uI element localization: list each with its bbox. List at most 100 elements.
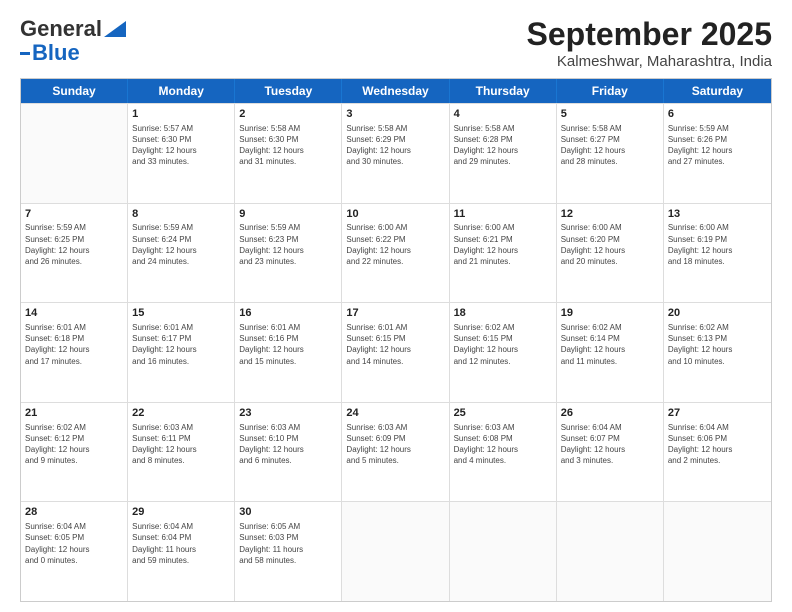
calendar-week-4: 21Sunrise: 6:02 AM Sunset: 6:12 PM Dayli…: [21, 402, 771, 502]
day-number: 15: [132, 306, 230, 321]
calendar: SundayMondayTuesdayWednesdayThursdayFrid…: [20, 78, 772, 602]
page-subtitle: Kalmeshwar, Maharashtra, India: [527, 53, 772, 70]
day-number: 1: [132, 107, 230, 122]
day-info: Sunrise: 6:00 AM Sunset: 6:21 PM Dayligh…: [454, 222, 552, 267]
day-info: Sunrise: 6:02 AM Sunset: 6:12 PM Dayligh…: [25, 422, 123, 467]
calendar-cell: 6Sunrise: 5:59 AM Sunset: 6:26 PM Daylig…: [664, 104, 771, 203]
calendar-cell: 30Sunrise: 6:05 AM Sunset: 6:03 PM Dayli…: [235, 502, 342, 601]
day-number: 27: [668, 406, 767, 421]
day-number: 30: [239, 505, 337, 520]
day-number: 9: [239, 207, 337, 222]
day-number: 26: [561, 406, 659, 421]
day-number: 19: [561, 306, 659, 321]
logo-blue-text: Blue: [32, 40, 80, 66]
calendar-cell: 27Sunrise: 6:04 AM Sunset: 6:06 PM Dayli…: [664, 403, 771, 502]
calendar-header-saturday: Saturday: [664, 79, 771, 103]
day-info: Sunrise: 5:59 AM Sunset: 6:26 PM Dayligh…: [668, 123, 767, 168]
day-info: Sunrise: 5:58 AM Sunset: 6:28 PM Dayligh…: [454, 123, 552, 168]
logo-general-text: General: [20, 16, 102, 42]
day-number: 22: [132, 406, 230, 421]
calendar-header-friday: Friday: [557, 79, 664, 103]
calendar-cell: 3Sunrise: 5:58 AM Sunset: 6:29 PM Daylig…: [342, 104, 449, 203]
calendar-cell: 21Sunrise: 6:02 AM Sunset: 6:12 PM Dayli…: [21, 403, 128, 502]
day-info: Sunrise: 6:03 AM Sunset: 6:10 PM Dayligh…: [239, 422, 337, 467]
calendar-header-thursday: Thursday: [450, 79, 557, 103]
day-info: Sunrise: 6:00 AM Sunset: 6:19 PM Dayligh…: [668, 222, 767, 267]
calendar-header-wednesday: Wednesday: [342, 79, 449, 103]
calendar-cell: 23Sunrise: 6:03 AM Sunset: 6:10 PM Dayli…: [235, 403, 342, 502]
day-info: Sunrise: 6:02 AM Sunset: 6:14 PM Dayligh…: [561, 322, 659, 367]
calendar-week-2: 7Sunrise: 5:59 AM Sunset: 6:25 PM Daylig…: [21, 203, 771, 303]
day-number: 25: [454, 406, 552, 421]
calendar-cell: 2Sunrise: 5:58 AM Sunset: 6:30 PM Daylig…: [235, 104, 342, 203]
day-number: 20: [668, 306, 767, 321]
page-title: September 2025: [527, 16, 772, 53]
day-info: Sunrise: 5:58 AM Sunset: 6:29 PM Dayligh…: [346, 123, 444, 168]
day-info: Sunrise: 6:01 AM Sunset: 6:17 PM Dayligh…: [132, 322, 230, 367]
day-info: Sunrise: 6:03 AM Sunset: 6:11 PM Dayligh…: [132, 422, 230, 467]
day-number: 28: [25, 505, 123, 520]
day-info: Sunrise: 5:58 AM Sunset: 6:30 PM Dayligh…: [239, 123, 337, 168]
calendar-header-sunday: Sunday: [21, 79, 128, 103]
day-number: 7: [25, 207, 123, 222]
day-info: Sunrise: 6:03 AM Sunset: 6:09 PM Dayligh…: [346, 422, 444, 467]
day-info: Sunrise: 6:00 AM Sunset: 6:20 PM Dayligh…: [561, 222, 659, 267]
calendar-cell: 16Sunrise: 6:01 AM Sunset: 6:16 PM Dayli…: [235, 303, 342, 402]
calendar-cell: 9Sunrise: 5:59 AM Sunset: 6:23 PM Daylig…: [235, 204, 342, 303]
day-info: Sunrise: 5:58 AM Sunset: 6:27 PM Dayligh…: [561, 123, 659, 168]
day-number: 29: [132, 505, 230, 520]
calendar-cell: 25Sunrise: 6:03 AM Sunset: 6:08 PM Dayli…: [450, 403, 557, 502]
calendar-cell: [557, 502, 664, 601]
day-info: Sunrise: 5:57 AM Sunset: 6:30 PM Dayligh…: [132, 123, 230, 168]
day-number: 5: [561, 107, 659, 122]
day-number: 24: [346, 406, 444, 421]
calendar-week-1: 1Sunrise: 5:57 AM Sunset: 6:30 PM Daylig…: [21, 103, 771, 203]
day-number: 8: [132, 207, 230, 222]
calendar-cell: 13Sunrise: 6:00 AM Sunset: 6:19 PM Dayli…: [664, 204, 771, 303]
day-number: 23: [239, 406, 337, 421]
calendar-cell: 17Sunrise: 6:01 AM Sunset: 6:15 PM Dayli…: [342, 303, 449, 402]
calendar-cell: [450, 502, 557, 601]
calendar-cell: 7Sunrise: 5:59 AM Sunset: 6:25 PM Daylig…: [21, 204, 128, 303]
day-number: 13: [668, 207, 767, 222]
calendar-cell: 4Sunrise: 5:58 AM Sunset: 6:28 PM Daylig…: [450, 104, 557, 203]
calendar-cell: 5Sunrise: 5:58 AM Sunset: 6:27 PM Daylig…: [557, 104, 664, 203]
calendar-cell: 10Sunrise: 6:00 AM Sunset: 6:22 PM Dayli…: [342, 204, 449, 303]
day-number: 2: [239, 107, 337, 122]
title-block: September 2025 Kalmeshwar, Maharashtra, …: [527, 16, 772, 70]
day-info: Sunrise: 6:00 AM Sunset: 6:22 PM Dayligh…: [346, 222, 444, 267]
day-info: Sunrise: 6:01 AM Sunset: 6:18 PM Dayligh…: [25, 322, 123, 367]
day-info: Sunrise: 6:03 AM Sunset: 6:08 PM Dayligh…: [454, 422, 552, 467]
day-info: Sunrise: 6:02 AM Sunset: 6:13 PM Dayligh…: [668, 322, 767, 367]
calendar-cell: 14Sunrise: 6:01 AM Sunset: 6:18 PM Dayli…: [21, 303, 128, 402]
day-info: Sunrise: 5:59 AM Sunset: 6:23 PM Dayligh…: [239, 222, 337, 267]
day-number: 10: [346, 207, 444, 222]
calendar-body: 1Sunrise: 5:57 AM Sunset: 6:30 PM Daylig…: [21, 103, 771, 601]
calendar-cell: 22Sunrise: 6:03 AM Sunset: 6:11 PM Dayli…: [128, 403, 235, 502]
day-number: 11: [454, 207, 552, 222]
calendar-week-3: 14Sunrise: 6:01 AM Sunset: 6:18 PM Dayli…: [21, 302, 771, 402]
calendar-cell: 19Sunrise: 6:02 AM Sunset: 6:14 PM Dayli…: [557, 303, 664, 402]
calendar-cell: [664, 502, 771, 601]
calendar-cell: [342, 502, 449, 601]
day-info: Sunrise: 6:02 AM Sunset: 6:15 PM Dayligh…: [454, 322, 552, 367]
calendar-cell: 24Sunrise: 6:03 AM Sunset: 6:09 PM Dayli…: [342, 403, 449, 502]
day-number: 14: [25, 306, 123, 321]
calendar-cell: 26Sunrise: 6:04 AM Sunset: 6:07 PM Dayli…: [557, 403, 664, 502]
calendar-cell: 11Sunrise: 6:00 AM Sunset: 6:21 PM Dayli…: [450, 204, 557, 303]
calendar-cell: 29Sunrise: 6:04 AM Sunset: 6:04 PM Dayli…: [128, 502, 235, 601]
day-number: 6: [668, 107, 767, 122]
day-number: 4: [454, 107, 552, 122]
day-info: Sunrise: 6:04 AM Sunset: 6:04 PM Dayligh…: [132, 521, 230, 566]
day-info: Sunrise: 6:04 AM Sunset: 6:07 PM Dayligh…: [561, 422, 659, 467]
day-info: Sunrise: 5:59 AM Sunset: 6:25 PM Dayligh…: [25, 222, 123, 267]
day-info: Sunrise: 6:04 AM Sunset: 6:06 PM Dayligh…: [668, 422, 767, 467]
day-info: Sunrise: 6:01 AM Sunset: 6:16 PM Dayligh…: [239, 322, 337, 367]
day-number: 16: [239, 306, 337, 321]
day-info: Sunrise: 6:04 AM Sunset: 6:05 PM Dayligh…: [25, 521, 123, 566]
calendar-cell: 1Sunrise: 5:57 AM Sunset: 6:30 PM Daylig…: [128, 104, 235, 203]
calendar-cell: [21, 104, 128, 203]
calendar-cell: 20Sunrise: 6:02 AM Sunset: 6:13 PM Dayli…: [664, 303, 771, 402]
page: General Blue September 2025 Kalmeshwar, …: [0, 0, 792, 612]
calendar-header: SundayMondayTuesdayWednesdayThursdayFrid…: [21, 79, 771, 103]
